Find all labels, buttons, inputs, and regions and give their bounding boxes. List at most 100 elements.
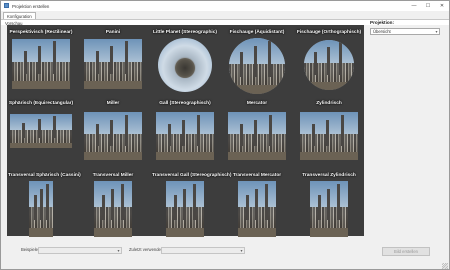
examples-select[interactable]: ▾ (38, 246, 122, 254)
create-image-button[interactable]: Bild erstellen (382, 247, 430, 256)
tab-konfiguration[interactable]: Konfiguration (3, 11, 36, 19)
projection-label: Transversal Zylindrisch (302, 173, 356, 178)
tower-image (34, 195, 37, 221)
projection-label: Mercator (246, 101, 268, 106)
projection-tile[interactable]: Transversal Sphärisch (Cassini) (8, 172, 81, 238)
tower-image (22, 122, 25, 138)
projection-tile[interactable]: Perspektivisch (Rectilinear) (8, 29, 74, 95)
ground-image (94, 228, 132, 237)
ground-image (29, 228, 53, 237)
projection-label: Transversal Gall (Stereographisch) (152, 173, 232, 178)
chevron-down-icon: ▾ (117, 247, 120, 253)
projection-preview-image (304, 40, 354, 90)
ground-image (166, 228, 204, 237)
maximize-button[interactable]: ☐ (421, 1, 435, 11)
tower-image (327, 189, 330, 221)
tower-image (246, 195, 249, 221)
tower-image (254, 46, 257, 78)
tower-image (102, 195, 105, 221)
projection-tile[interactable]: Zylindrisch (296, 100, 362, 166)
tower-image (339, 42, 342, 75)
projection-label: Little Planet (Stereographic) (153, 30, 217, 35)
projection-preview-image (300, 112, 358, 160)
planet-core-image (175, 57, 195, 78)
projection-tile[interactable]: Panini (80, 29, 146, 95)
tower-image (265, 184, 268, 221)
tower-image (38, 46, 41, 74)
projection-tile[interactable]: Sphärisch (Equirectangular) (8, 100, 74, 166)
projection-preview-image (228, 112, 286, 160)
ground-image (84, 81, 142, 89)
projection-tile[interactable]: Transversal Mercator (224, 172, 290, 238)
recent-label: Zuletzt verwendet (129, 247, 163, 252)
projection-tile[interactable]: Little Planet (Stereographic) (152, 29, 218, 95)
projection-tile[interactable]: Miller (80, 100, 146, 166)
projection-select-value: Übersicht (373, 29, 391, 34)
tower-image (240, 52, 243, 78)
projection-label: Sphärisch (Equirectangular) (8, 101, 74, 106)
tower-image (326, 119, 329, 146)
projection-label: Fischauge (Äquidistant) (229, 30, 285, 35)
tower-image (40, 189, 43, 221)
close-button[interactable]: ✕ (435, 1, 449, 11)
projection-label: Projektion: (370, 20, 394, 25)
tower-image (46, 184, 49, 221)
projection-preview-image (166, 181, 204, 237)
tower-image (318, 195, 321, 221)
tower-image (168, 123, 171, 146)
tower-image (314, 52, 317, 75)
ground-image (310, 228, 348, 237)
recent-select[interactable]: ▾ (161, 246, 245, 254)
minimize-button[interactable]: — (407, 1, 421, 11)
projection-tile[interactable]: Fischauge (Orthographisch) (296, 29, 362, 95)
tower-image (337, 184, 340, 221)
projection-preview-image (310, 181, 348, 237)
projection-tile[interactable]: Transversal Miller (80, 172, 146, 238)
tower-image (197, 114, 200, 146)
projection-label: Fischauge (Orthographisch) (296, 30, 362, 35)
projection-label: Transversal Mercator (232, 173, 282, 178)
tower-image (53, 115, 56, 138)
projection-label: Panini (105, 30, 121, 35)
ground-image (238, 228, 276, 237)
projection-tile[interactable]: Mercator (224, 100, 290, 166)
projection-preview-image (229, 38, 285, 94)
ground-image (300, 152, 358, 160)
projection-label: Miller (106, 101, 120, 106)
resize-grip-icon[interactable] (442, 263, 448, 269)
window-title: Projektion erstellen (12, 3, 50, 9)
tower-image (269, 114, 272, 146)
tower-image (110, 46, 113, 74)
projection-tile[interactable]: Transversal Gall (Stereographisch) (152, 172, 232, 238)
projection-label: Transversal Miller (92, 173, 134, 178)
tower-image (193, 184, 196, 221)
projection-label: Gall (Stereographisch) (159, 101, 211, 106)
ground-image (304, 82, 354, 90)
projection-preview-image (94, 181, 132, 237)
projection-label: Perspektivisch (Rectilinear) (9, 30, 73, 35)
projection-label: Transversal Sphärisch (Cassini) (8, 173, 81, 178)
app-window: Projektion erstellen — ☐ ✕ Konfiguration… (0, 0, 450, 270)
projection-tile[interactable]: Transversal Zylindrisch (296, 172, 362, 238)
examples-label: Beispiele (21, 247, 38, 252)
ground-image (12, 81, 70, 89)
projection-preview-image (10, 114, 72, 148)
projection-grid: Perspektivisch (Rectilinear) Panini Little… (7, 25, 364, 238)
app-icon (4, 3, 9, 8)
tower-image (254, 119, 257, 146)
tower-image (183, 189, 186, 221)
tower-image (96, 51, 99, 74)
projection-preview-image (84, 39, 142, 89)
projection-preview-image (12, 39, 70, 89)
title-bar: Projektion erstellen — ☐ ✕ (1, 1, 449, 11)
projection-tile[interactable]: Fischauge (Äquidistant) (224, 29, 290, 95)
tower-image (53, 41, 56, 74)
tower-image (341, 114, 344, 146)
projection-preview-image (238, 181, 276, 237)
tower-image (110, 119, 113, 146)
projection-select[interactable]: Übersicht ▾ (370, 28, 440, 35)
projection-preview-image (156, 112, 214, 160)
projection-tile[interactable]: Gall (Stereographisch) (152, 100, 218, 166)
tower-image (125, 41, 128, 74)
tower-image (96, 123, 99, 146)
